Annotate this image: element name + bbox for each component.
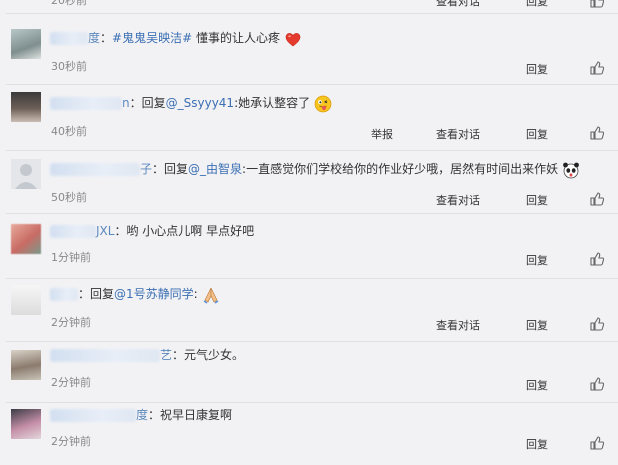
username[interactable]: JXL [96,224,114,238]
reply-button[interactable]: 回复 [526,436,548,452]
username-blurred[interactable] [50,349,160,362]
username-blurred[interactable] [50,97,122,110]
reply-button[interactable]: 回复 [526,252,548,268]
heart-emoji [285,32,301,46]
username[interactable]: n [122,96,130,110]
report-button[interactable]: 举报 [371,126,393,142]
view-dialog-button[interactable]: 查看对话 [436,192,480,208]
thumbs-up-icon[interactable] [590,436,604,450]
comment-item: 20秒前 查看对话 回复 [0,0,618,10]
avatar[interactable] [11,159,41,189]
comment-item: 艺：元气少女。 2分钟前 回复 [0,342,618,402]
comment-text-0: ：回复 [152,162,189,176]
username-blurred[interactable] [50,225,96,238]
mention-link[interactable]: @_由智泉 [188,162,242,176]
username[interactable]: 度 [136,408,148,422]
username[interactable]: 艺 [160,348,172,362]
thumbs-up-icon[interactable] [590,317,604,331]
comment-time: 1分钟前 [51,251,91,264]
reply-button[interactable]: 回复 [526,377,548,393]
view-dialog-button[interactable]: 查看对话 [436,126,480,142]
thumbs-up-icon[interactable] [590,377,604,391]
comment-text-0: ： [100,31,113,45]
comment-item: 子：回复@_由智泉:一直感觉你们学校给你的作业好少哦，居然有时间出来作妖 50秒… [0,151,618,213]
comment-item: JXL：哟 小心点儿啊 早点好吧 1分钟前 回复 [0,214,618,278]
comment-text-2: :她承认整容了 [234,96,311,110]
comment-item: 度：祝早日康复啊 2分钟前 回复 [0,403,618,465]
username-blurred[interactable] [50,288,78,301]
view-dialog-button[interactable]: 查看对话 [436,317,480,333]
comment-text-0: ：元气少女。 [172,348,245,362]
reply-button[interactable]: 回复 [526,61,548,77]
avatar[interactable] [11,350,41,380]
username-blurred[interactable] [50,163,140,176]
panda-face-emoji [563,162,579,178]
reply-button[interactable]: 回复 [526,192,548,208]
comment-time: 50秒前 [51,191,87,204]
comment-time: 20秒前 [51,0,87,7]
reply-button[interactable]: 回复 [526,317,548,333]
username-blurred[interactable] [50,32,88,45]
avatar[interactable] [11,29,41,59]
view-dialog-button[interactable]: 查看对话 [436,0,480,9]
comment-text-2: : [193,287,198,301]
avatar[interactable] [11,285,41,315]
comment-time: 30秒前 [51,60,87,73]
avatar[interactable] [11,92,41,122]
comment-item: 度：#鬼鬼吴映洁# 懂事的让人心疼 30秒前 回复 [0,14,618,84]
username[interactable]: 度 [88,31,100,45]
comment-text-2: :一直感觉你们学校给你的作业好少哦，居然有时间出来作妖 [242,162,559,176]
comment-time: 2分钟前 [51,316,91,329]
thumbs-up-icon[interactable] [590,126,604,140]
comment-text-0: ：哟 小心点儿啊 早点好吧 [114,224,255,238]
comment-item: ：回复@1号苏静同学: 2分钟前 查看对话 回复 [0,279,618,341]
thumbs-up-icon[interactable] [590,192,604,206]
tongue-face-emoji [314,95,332,112]
thumbs-up-icon[interactable] [590,252,604,266]
thumbs-up-icon[interactable] [590,61,604,75]
mention-link[interactable]: @1号苏静同学 [114,287,194,301]
reply-button[interactable]: 回复 [526,0,548,9]
username-blurred[interactable] [50,409,136,422]
comment-time: 2分钟前 [51,376,91,389]
comment-text-2: 懂事的让人心疼 [192,31,280,45]
comment-list: 20秒前 查看对话 回复 度：#鬼鬼吴映洁# 懂事的让人心疼 30秒前 回复 n… [0,0,618,465]
thumbs-up-icon[interactable] [590,0,604,8]
mention-link[interactable]: @_Ssyyy41 [166,96,234,110]
avatar[interactable] [11,409,41,439]
comment-item: n：回复@_Ssyyy41:她承认整容了 40秒前 举报 查看对话 回复 [0,85,618,150]
username[interactable]: 子 [140,162,152,176]
comment-time: 2分钟前 [51,435,91,448]
comment-text-0: ：回复 [129,96,166,110]
comment-text-0: ：祝早日康复啊 [148,408,233,422]
reply-button[interactable]: 回复 [526,126,548,142]
topic-link[interactable]: #鬼鬼吴映洁# [112,31,192,45]
comment-time: 40秒前 [51,125,87,138]
avatar[interactable] [11,224,41,254]
default-avatar-icon [15,164,37,189]
praying-hands-emoji [203,287,218,304]
comment-text-0: ：回复 [78,287,115,301]
